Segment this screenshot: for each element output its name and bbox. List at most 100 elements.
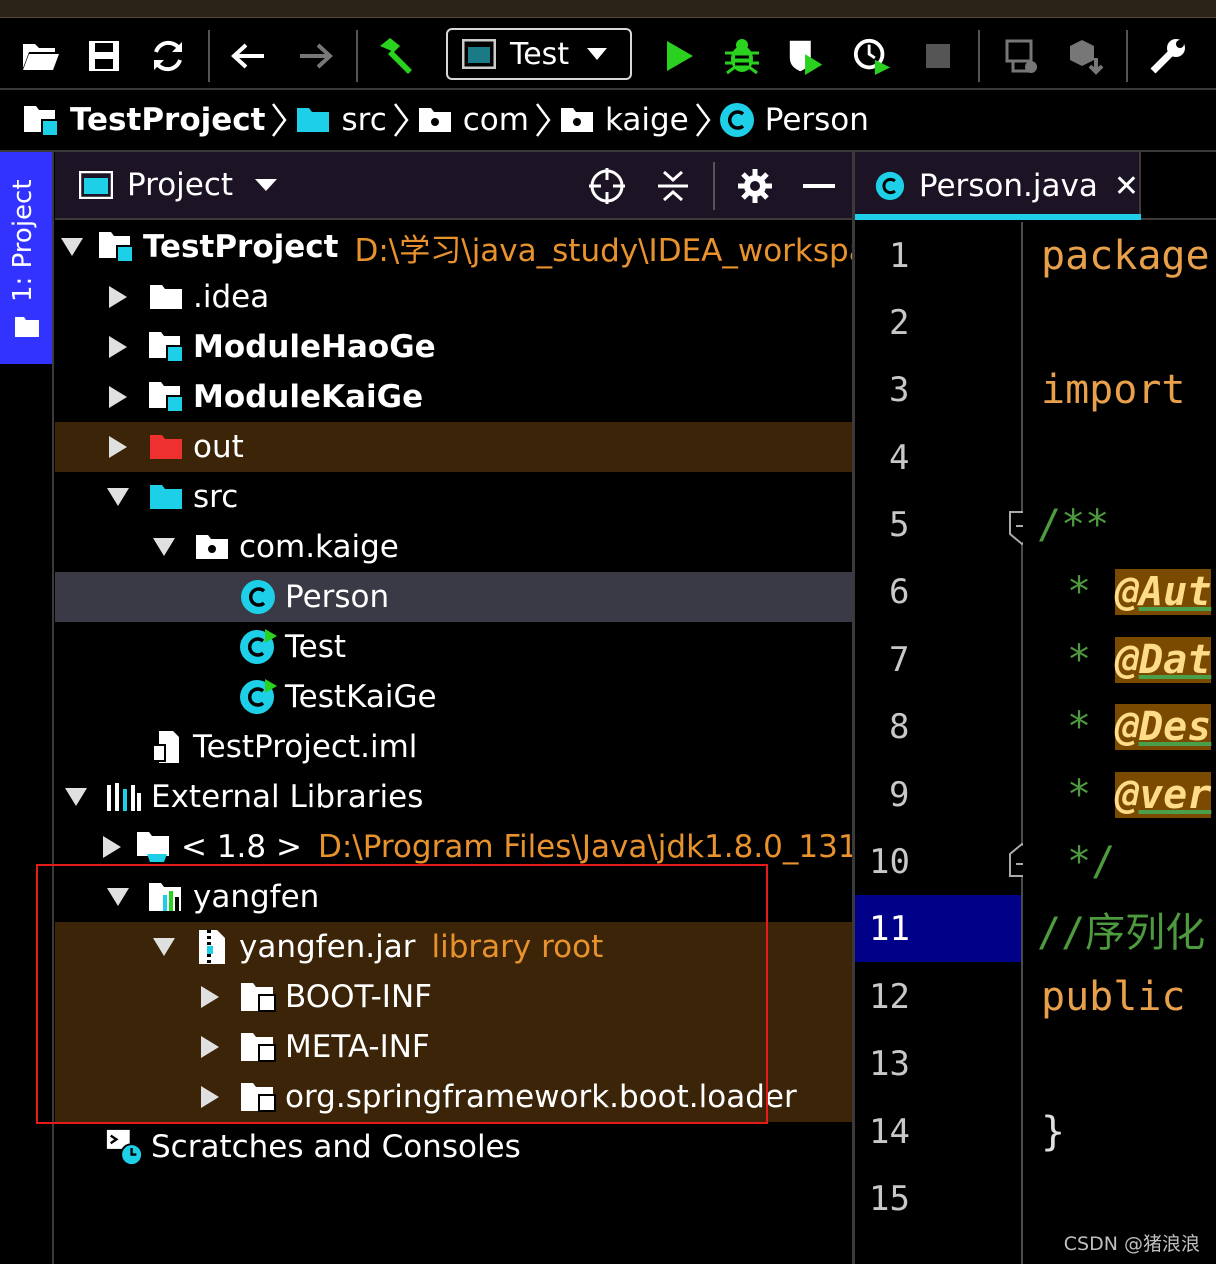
tree-item-src[interactable]: src [55,472,852,522]
tree-item-meta-inf[interactable]: META-INF [55,1022,852,1072]
debug-icon[interactable] [722,36,762,76]
code-token: @ver [1115,771,1212,818]
header-separator [713,162,715,210]
sync-icon[interactable] [148,36,188,76]
project-panel-title[interactable]: Project [127,167,233,203]
main-toolbar: Test [0,18,1216,90]
breadcrumb-item-com[interactable]: com [417,102,529,138]
expand-arrow-icon[interactable] [103,488,133,506]
run-config-icon [462,39,496,69]
project-tree: TestProject D:\学习\java_study\IDEA_worksp… [55,220,852,1264]
expand-arrow-icon[interactable] [103,336,133,358]
code-token: @Des [1115,703,1212,750]
stop-icon[interactable] [918,36,958,76]
expand-arrow-icon[interactable] [149,938,179,956]
tree-item-idea[interactable]: .idea [55,272,852,322]
chevron-right-icon [272,103,288,137]
tree-item-boot-inf[interactable]: BOOT-INF [55,972,852,1022]
collapse-all-icon[interactable] [653,166,693,206]
expand-arrow-icon[interactable] [103,888,133,906]
excluded-folder-icon [147,433,185,461]
tree-item-label: Test [285,629,347,665]
forward-arrow-icon[interactable] [296,36,336,76]
tree-item-label: TestProject.iml [193,729,418,765]
breadcrumb-label: kaige [604,102,689,138]
tree-item-jdk[interactable]: < 1.8 > D:\Program Files\Java\jdk1.8.0_1… [55,822,852,872]
tree-item-test[interactable]: Test [55,622,852,672]
source-folder-icon [295,106,331,134]
jdk-folder-icon [135,830,173,864]
editor-tab-person-java[interactable]: Person.java ✕ [855,152,1141,220]
tree-item-scratches[interactable]: Scratches and Consoles [55,1122,852,1172]
chevron-down-icon[interactable] [255,179,278,191]
breadcrumb-label: TestProject [70,102,266,138]
code-token: public [1041,973,1186,1020]
scratches-icon [105,1127,143,1167]
expand-arrow-icon[interactable] [195,1036,225,1058]
locate-target-icon[interactable] [587,166,627,206]
breadcrumb-item-person[interactable]: Person [719,102,869,138]
breadcrumb-item-src[interactable]: src [295,102,387,138]
tree-item-yangfen-jar[interactable]: yangfen.jar library root [55,922,852,972]
chevron-right-icon [535,103,551,137]
toolbar-separator [208,30,210,82]
expand-arrow-icon[interactable] [195,986,225,1008]
code-token: @Dat [1115,636,1212,683]
line-number: 1 [889,235,910,276]
tree-item-modulehaoge[interactable]: ModuleHaoGe [55,322,852,372]
open-folder-icon[interactable] [20,36,60,76]
expand-arrow-icon[interactable] [149,538,179,556]
expand-arrow-icon[interactable] [103,286,133,308]
sdk-icon[interactable] [1066,36,1106,76]
line-number: 4 [889,437,910,478]
run-icon[interactable] [660,36,700,76]
chevron-down-icon [587,48,608,60]
tree-item-testkaige[interactable]: TestKaiGe [55,672,852,722]
run-config-selector[interactable]: Test [446,28,632,80]
tree-item-path: D:\学习\java_study\IDEA_workspace\ [354,232,852,269]
minimize-icon[interactable] [799,166,839,206]
line-number: 10 [869,841,910,882]
expand-arrow-icon[interactable] [103,436,133,458]
coverage-icon[interactable] [786,36,826,76]
tree-item-testproject-iml[interactable]: TestProject.iml [55,722,852,772]
module-folder-icon [22,104,60,136]
runnable-class-icon [239,629,277,665]
iml-file-icon [147,729,185,765]
gear-icon[interactable] [735,166,775,206]
project-tool-tab[interactable]: 1: Project [0,152,52,364]
archive-folder-icon [239,981,277,1013]
tree-item-person[interactable]: Person [55,572,852,622]
archive-folder-icon [239,1081,277,1113]
tree-item-spring-boot-loader[interactable]: org.springframework.boot.loader [55,1072,852,1122]
breadcrumb-label: src [341,102,387,138]
save-icon[interactable] [84,36,124,76]
tree-item-label: BOOT-INF [285,979,432,1015]
expand-arrow-icon[interactable] [103,836,121,858]
expand-arrow-icon[interactable] [61,788,91,806]
tree-item-label: TestKaiGe [285,679,437,715]
code-token: import [1041,366,1186,413]
tree-item-external-libraries[interactable]: External Libraries [55,772,852,822]
toolbar-separator [1126,30,1128,82]
breadcrumb-item-kaige[interactable]: kaige [559,102,689,138]
tree-item-com-kaige[interactable]: com.kaige [55,522,852,572]
tree-item-yangfen[interactable]: yangfen [55,872,852,922]
expand-arrow-icon[interactable] [195,1086,225,1108]
close-icon[interactable]: ✕ [1114,169,1139,204]
tree-item-modulekaige[interactable]: ModuleKaiGe [55,372,852,422]
expand-arrow-icon[interactable] [103,386,133,408]
breadcrumb-item-testproject[interactable]: TestProject [22,102,265,138]
back-arrow-icon[interactable] [228,36,268,76]
tree-item-out[interactable]: out [55,422,852,472]
tree-item-testproject[interactable]: TestProject D:\学习\java_study\IDEA_worksp… [55,222,852,272]
profile-icon[interactable] [852,36,892,76]
settings-wrench-icon[interactable] [1148,36,1188,76]
expand-arrow-icon[interactable] [61,238,83,256]
code-line: */ [1023,828,1216,895]
code-editor[interactable]: package import /** * @Aut * @Dat * @Des * @v… [1023,222,1216,1264]
line-number: 3 [889,369,910,410]
library-icon [105,781,143,813]
attach-debugger-icon[interactable] [1002,36,1042,76]
build-hammer-icon[interactable] [376,36,416,76]
